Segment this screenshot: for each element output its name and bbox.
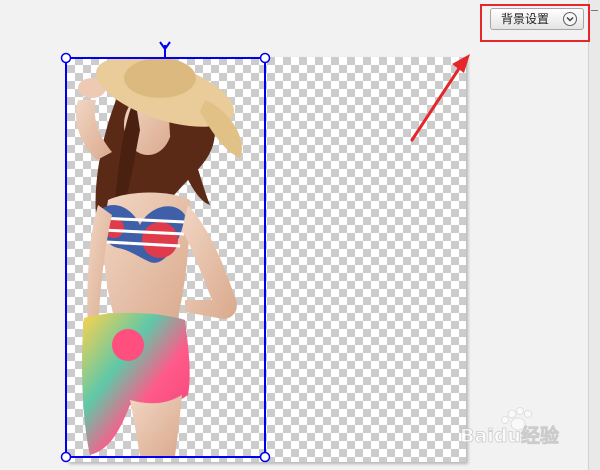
arm-on-hip <box>182 205 237 319</box>
sarong-knot <box>112 329 144 361</box>
legs <box>130 395 182 456</box>
image-layer <box>60 41 470 463</box>
watermark-text: Baidu经验 <box>460 424 560 447</box>
chevron-down-circle-icon <box>562 11 578 27</box>
editor-canvas-area: 背景设置 Baidu经验 <box>0 0 600 470</box>
annotation-arrow <box>410 54 470 142</box>
model-photo[interactable] <box>76 43 242 456</box>
bikini-top-dots <box>142 222 178 258</box>
resize-handle-top-left[interactable] <box>60 52 72 64</box>
baidu-watermark: Baidu经验 <box>460 407 560 447</box>
resize-handle-bottom-right[interactable] <box>259 451 271 463</box>
background-settings-button[interactable]: 背景设置 <box>490 8 584 30</box>
resize-handle-bottom-left[interactable] <box>60 451 72 463</box>
resize-handle-top-right[interactable] <box>259 52 271 64</box>
background-settings-label: 背景设置 <box>501 12 550 26</box>
hat-crown <box>124 58 196 98</box>
